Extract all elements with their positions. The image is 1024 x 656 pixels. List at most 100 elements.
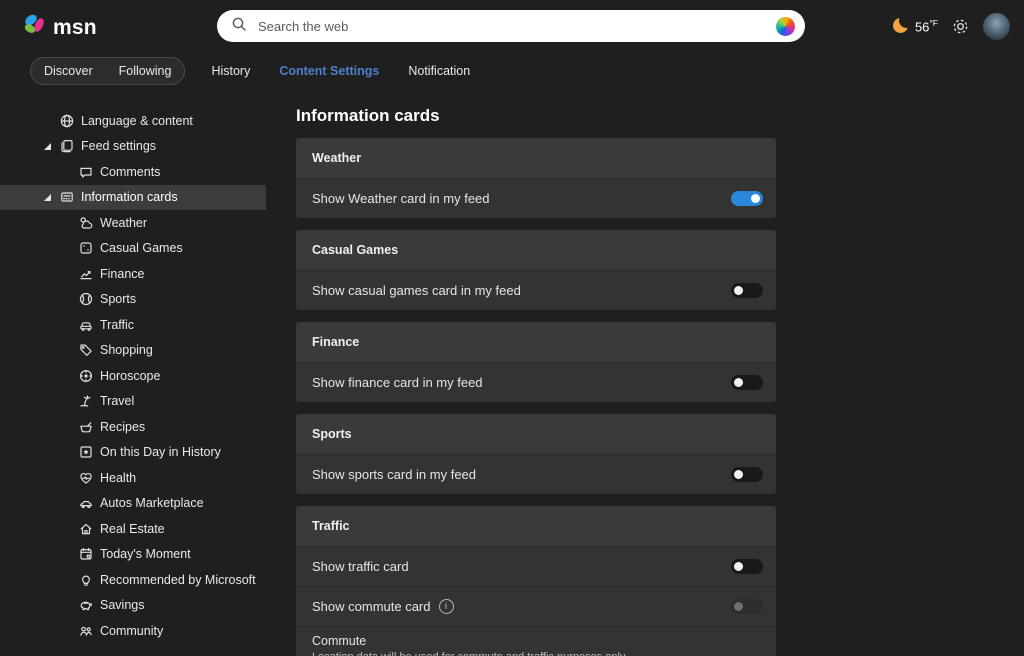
sidebar-item-community[interactable]: Community [0, 618, 266, 644]
sidebar-item-finance[interactable]: Finance [0, 261, 266, 287]
show-finance-card-in-my-feed-toggle[interactable] [731, 375, 763, 390]
savings-icon [78, 597, 94, 613]
sidebar-item-label: Real Estate [100, 522, 165, 536]
msn-logo[interactable]: msn [22, 12, 97, 43]
setting-label: Show sports card in my feed [312, 467, 476, 482]
note-title: Commute [312, 634, 760, 648]
sidebar-item-language-content[interactable]: Language & content [0, 108, 266, 134]
sidebar-item-label: Casual Games [100, 241, 183, 255]
page-title: Information cards [296, 106, 776, 126]
top-bar: msn 56°F [0, 0, 1024, 52]
tree-expander-placeholder [44, 117, 51, 124]
games-icon [78, 240, 94, 256]
top-right-cluster: 56°F [893, 0, 1010, 52]
sidebar: Language & content Feed settingsComments I… [0, 90, 266, 644]
recommended-icon [78, 572, 94, 588]
sidebar-item-recommended-by-microsoft[interactable]: Recommended by Microsoft [0, 567, 266, 593]
settings-card-casual-games: Casual GamesShow casual games card in my… [296, 230, 776, 310]
sidebar-item-health[interactable]: Health [0, 465, 266, 491]
weather-icon [78, 215, 94, 231]
cards-icon [59, 189, 75, 205]
shopping-icon [78, 342, 94, 358]
comment-icon [78, 164, 94, 180]
sidebar-item-label: Health [100, 471, 136, 485]
toggle-knob [734, 286, 743, 295]
sidebar-item-label: Weather [100, 216, 147, 230]
sidebar-item-real-estate[interactable]: Real Estate [0, 516, 266, 542]
gear-icon[interactable] [951, 17, 970, 36]
recipes-icon [78, 419, 94, 435]
card-header-sports: Sports [296, 414, 776, 454]
sidebar-item-savings[interactable]: Savings [0, 593, 266, 619]
info-icon[interactable] [439, 599, 454, 614]
tab-history[interactable]: History [198, 58, 263, 84]
tab-notification[interactable]: Notification [395, 58, 483, 84]
sidebar-item-label: On this Day in History [100, 445, 221, 459]
tab-content-settings[interactable]: Content Settings [266, 58, 392, 84]
sidebar-item-label: Autos Marketplace [100, 496, 204, 510]
setting-label-text: Show commute card [312, 599, 431, 614]
sidebar-item-today-s-moment[interactable]: Today's Moment [0, 542, 266, 568]
sidebar-item-label: Sports [100, 292, 136, 306]
show-traffic-card-toggle[interactable] [731, 559, 763, 574]
tree-expanded-icon[interactable] [44, 194, 51, 201]
sidebar-item-comments[interactable]: Comments [0, 159, 266, 185]
setting-label: Show Weather card in my feed [312, 191, 490, 206]
sidebar-item-feed-settings[interactable]: Feed settings [0, 134, 266, 160]
sidebar-item-autos-marketplace[interactable]: Autos Marketplace [0, 491, 266, 517]
show-casual-games-card-in-my-feed-toggle[interactable] [731, 283, 763, 298]
sidebar-item-horoscope[interactable]: Horoscope [0, 363, 266, 389]
sports-icon [78, 291, 94, 307]
setting-row-show-commute-card: Show commute card [296, 586, 776, 626]
sidebar-item-sports[interactable]: Sports [0, 287, 266, 313]
settings-card-traffic: TrafficShow traffic card Show commute car… [296, 506, 776, 656]
copilot-icon[interactable] [776, 17, 795, 36]
sidebar-item-traffic[interactable]: Traffic [0, 312, 266, 338]
finance-icon [78, 266, 94, 282]
setting-row-show-traffic-card: Show traffic card [296, 546, 776, 586]
search-bar[interactable] [217, 10, 805, 42]
community-icon [78, 623, 94, 639]
settings-card-weather: WeatherShow Weather card in my feed [296, 138, 776, 218]
tree-expanded-icon[interactable] [44, 143, 51, 150]
weather-chip[interactable]: 56°F [893, 18, 938, 34]
sidebar-item-label: Today's Moment [100, 547, 191, 561]
tab-following[interactable]: Following [106, 58, 185, 84]
show-commute-card-toggle [731, 599, 763, 614]
sidebar-item-label: Community [100, 624, 163, 638]
toggle-knob [734, 562, 743, 571]
sidebar-item-label: Information cards [81, 190, 178, 204]
card-header-traffic: Traffic [296, 506, 776, 546]
user-avatar[interactable] [983, 13, 1010, 40]
sidebar-item-label: Travel [100, 394, 134, 408]
setting-row-show-weather-card-in-my-feed: Show Weather card in my feed [296, 178, 776, 218]
sidebar-item-shopping[interactable]: Shopping [0, 338, 266, 364]
autos-icon [78, 495, 94, 511]
sidebar-item-label: Shopping [100, 343, 153, 357]
note-text: Location data will be used for commute a… [312, 651, 760, 656]
show-weather-card-in-my-feed-toggle[interactable] [731, 191, 763, 206]
sidebar-item-label: Language & content [81, 114, 193, 128]
sidebar-item-weather[interactable]: Weather [0, 210, 266, 236]
temperature-label: 56°F [915, 18, 938, 34]
search-icon [231, 16, 247, 37]
sidebar-item-travel[interactable]: Travel [0, 389, 266, 415]
settings-card-finance: FinanceShow finance card in my feed [296, 322, 776, 402]
search-input[interactable] [256, 18, 776, 35]
health-icon [78, 470, 94, 486]
show-sports-card-in-my-feed-toggle[interactable] [731, 467, 763, 482]
sidebar-item-recipes[interactable]: Recipes [0, 414, 266, 440]
sidebar-item-information-cards[interactable]: Information cards [0, 185, 266, 211]
sidebar-item-casual-games[interactable]: Casual Games [0, 236, 266, 262]
tab-group-pill: DiscoverFollowing [30, 57, 185, 85]
setting-label: Show finance card in my feed [312, 375, 483, 390]
tab-discover[interactable]: Discover [31, 58, 106, 84]
toggle-knob [734, 378, 743, 387]
sidebar-item-label: Recommended by Microsoft [100, 573, 256, 587]
setting-row-show-finance-card-in-my-feed: Show finance card in my feed [296, 362, 776, 402]
tabs-bar: DiscoverFollowing HistoryContent Settings… [30, 52, 483, 90]
msn-settings-page: msn 56°F [0, 0, 1024, 656]
setting-label-text: Show casual games card in my feed [312, 283, 521, 298]
sidebar-item-label: Horoscope [100, 369, 160, 383]
sidebar-item-on-this-day-in-history[interactable]: On this Day in History [0, 440, 266, 466]
